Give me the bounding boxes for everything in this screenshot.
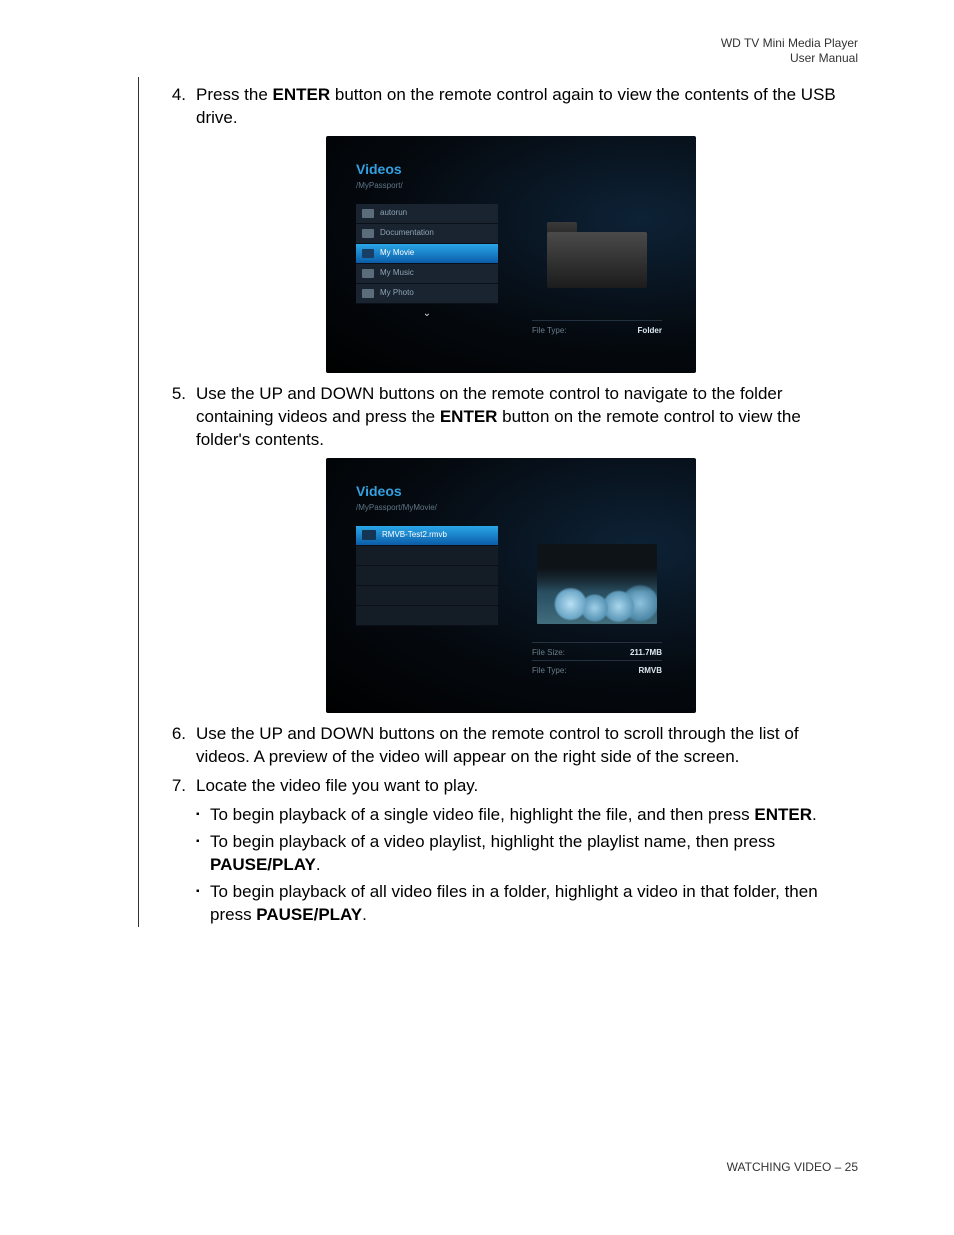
page-footer: WATCHING VIDEO – 25 bbox=[727, 1159, 858, 1175]
video-file-icon bbox=[362, 530, 376, 540]
ss1-meta: File Type:Folder bbox=[532, 320, 662, 338]
bullet-icon: ▪ bbox=[196, 881, 210, 927]
ss2-meta: File Size:211.7MB File Type:RMVB bbox=[532, 642, 662, 678]
ss2-path: /MyPassport/MyMovie/ bbox=[356, 503, 676, 514]
ss1-list: autorun Documentation My Movie My Music … bbox=[356, 204, 498, 338]
video-thumbnail bbox=[537, 544, 657, 624]
bullet-icon: ▪ bbox=[196, 804, 210, 827]
list-item-empty bbox=[356, 546, 498, 566]
step-5-number: 5. bbox=[166, 383, 196, 452]
left-rule bbox=[138, 77, 139, 927]
ss2-title: Videos bbox=[356, 482, 676, 501]
list-item: My Music bbox=[356, 264, 498, 284]
header-line-2: User Manual bbox=[721, 51, 858, 66]
list-item-selected: RMVB-Test2.rmvb bbox=[356, 526, 498, 546]
step-4-text: Press the ENTER button on the remote con… bbox=[196, 84, 856, 130]
list-item-selected: My Movie bbox=[356, 244, 498, 264]
screenshot-folder-list: Videos /MyPassport/ autorun Documentatio… bbox=[326, 136, 696, 373]
folder-icon bbox=[362, 289, 374, 298]
list-item: Documentation bbox=[356, 224, 498, 244]
page-content: 4. Press the ENTER button on the remote … bbox=[166, 84, 856, 931]
step-7-number: 7. bbox=[166, 775, 196, 798]
list-item: autorun bbox=[356, 204, 498, 224]
bullet-icon: ▪ bbox=[196, 831, 210, 877]
ss1-preview: File Type:Folder bbox=[518, 204, 676, 338]
step-4: 4. Press the ENTER button on the remote … bbox=[166, 84, 856, 130]
folder-icon bbox=[362, 269, 374, 278]
list-item: My Photo bbox=[356, 284, 498, 304]
ss2-preview: File Size:211.7MB File Type:RMVB bbox=[518, 526, 676, 678]
ss2-list: RMVB-Test2.rmvb bbox=[356, 526, 498, 678]
header-line-1: WD TV Mini Media Player bbox=[721, 36, 858, 51]
step-7: 7. Locate the video file you want to pla… bbox=[166, 775, 856, 798]
bullet-2: ▪ To begin playback of a video playlist,… bbox=[196, 831, 856, 877]
step-7-bullets: ▪ To begin playback of a single video fi… bbox=[196, 804, 856, 927]
folder-preview-icon bbox=[547, 222, 647, 288]
step-5: 5. Use the UP and DOWN buttons on the re… bbox=[166, 383, 856, 452]
step-6-number: 6. bbox=[166, 723, 196, 769]
folder-icon bbox=[362, 249, 374, 258]
step-7-text: Locate the video file you want to play. bbox=[196, 775, 856, 798]
step-6: 6. Use the UP and DOWN buttons on the re… bbox=[166, 723, 856, 769]
list-item-empty bbox=[356, 586, 498, 606]
chevron-down-icon: ⌄ bbox=[356, 304, 498, 324]
list-item-empty bbox=[356, 606, 498, 626]
step-4-number: 4. bbox=[166, 84, 196, 130]
ss1-title: Videos bbox=[356, 160, 676, 179]
screenshot-file-list: Videos /MyPassport/MyMovie/ RMVB-Test2.r… bbox=[326, 458, 696, 713]
step-6-text: Use the UP and DOWN buttons on the remot… bbox=[196, 723, 856, 769]
folder-icon bbox=[362, 209, 374, 218]
page-header: WD TV Mini Media Player User Manual bbox=[721, 36, 858, 66]
bullet-3: ▪ To begin playback of all video files i… bbox=[196, 881, 856, 927]
list-item-empty bbox=[356, 566, 498, 586]
step-5-text: Use the UP and DOWN buttons on the remot… bbox=[196, 383, 856, 452]
folder-icon bbox=[362, 229, 374, 238]
bullet-1: ▪ To begin playback of a single video fi… bbox=[196, 804, 856, 827]
ss1-path: /MyPassport/ bbox=[356, 181, 676, 192]
